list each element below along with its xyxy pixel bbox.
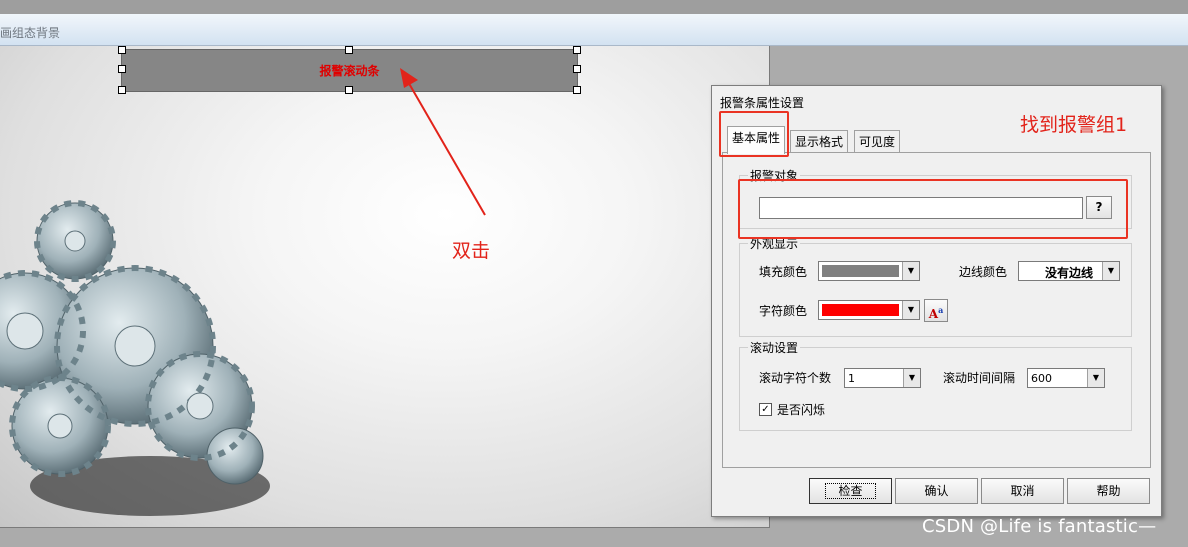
resize-handle-mr[interactable] [573,65,581,73]
tab-basic-properties[interactable]: 基本属性 [727,126,786,154]
chevron-down-icon: ▼ [1087,369,1104,387]
scroll-chars-label: 滚动字符个数 [759,371,832,385]
cancel-button-label: 取消 [1010,484,1035,498]
blink-label: 是否闪烁 [777,403,826,417]
ok-button-label: 确认 [924,484,949,498]
help-button[interactable]: 帮助 [1067,478,1150,504]
ok-button[interactable]: 确认 [895,478,978,504]
text-color-select[interactable]: ▼ [818,300,920,320]
alarm-bar-properties-dialog: 报警条属性设置 基本属性 显示格式 可见度 报警对象 ? 外观显示 填充颜色 ▼… [711,85,1162,517]
font-icon: Aa [928,305,944,321]
border-color-label: 边线颜色 [959,265,1008,279]
check-button[interactable]: 检查 [809,478,892,504]
editor-title-bar: 画组态背景 [0,14,1188,46]
fill-color-label: 填充颜色 [759,265,808,279]
tab-display-label: 显示格式 [795,135,844,149]
border-color-select[interactable]: 没有边线 ▼ [1018,261,1120,281]
scroll-chars-value: 1 [848,372,855,385]
fill-color-select[interactable]: ▼ [818,261,920,281]
text-color-swatch [822,304,899,316]
resize-handle-bl[interactable] [118,86,126,94]
scroll-chars-select[interactable]: 1 ▼ [844,368,921,388]
font-button[interactable]: Aa [924,299,948,322]
gears-background-image [0,200,270,516]
chevron-down-icon: ▼ [903,369,920,387]
editor-title: 画组态背景 [0,26,61,40]
top-strip [0,0,1188,14]
check-button-label: 检查 [825,483,876,499]
tab-basic-label: 基本属性 [732,131,781,145]
resize-handle-bm[interactable] [345,86,353,94]
tab-visibility[interactable]: 可见度 [854,130,901,153]
dialog-title: 报警条属性设置 [720,96,805,110]
scroll-settings-legend: 滚动设置 [748,339,801,356]
alarm-scroll-bar-label: 报警滚动条 [319,64,380,78]
fill-color-swatch [822,265,899,277]
scroll-interval-select[interactable]: 600 ▼ [1027,368,1105,388]
resize-handle-tl[interactable] [118,46,126,54]
border-color-value: 没有边线 [1045,266,1094,280]
appearance-group: 外观显示 填充颜色 ▼ 边线颜色 没有边线 ▼ 字符颜色 ▼ Aa [739,235,1132,337]
resize-handle-ml[interactable] [118,65,126,73]
scroll-interval-value: 600 [1031,372,1052,385]
double-click-annotation: 双击 [452,240,491,262]
find-alarm-group-annotation: 找到报警组1 [1020,114,1128,136]
text-color-label: 字符颜色 [759,304,808,318]
chevron-down-icon: ▼ [1102,262,1119,280]
tab-display-format[interactable]: 显示格式 [790,130,849,153]
chevron-down-icon: ▼ [902,262,919,280]
watermark: CSDN @Life is fantastic— [922,516,1157,537]
tab-visibility-label: 可见度 [859,135,896,149]
design-canvas[interactable] [0,46,770,528]
scroll-settings-group: 滚动设置 滚动字符个数 1 ▼ 滚动时间间隔 600 ▼ ✓ 是否闪烁 [739,339,1132,431]
blink-checkbox[interactable]: ✓ [759,403,772,416]
resize-handle-tm[interactable] [345,46,353,54]
cancel-button[interactable]: 取消 [981,478,1064,504]
resize-handle-tr[interactable] [573,46,581,54]
help-button-label: 帮助 [1096,484,1121,498]
chevron-down-icon: ▼ [902,301,919,319]
scroll-interval-label: 滚动时间间隔 [943,371,1016,385]
resize-handle-br[interactable] [573,86,581,94]
highlight-alarm-object [738,179,1128,239]
